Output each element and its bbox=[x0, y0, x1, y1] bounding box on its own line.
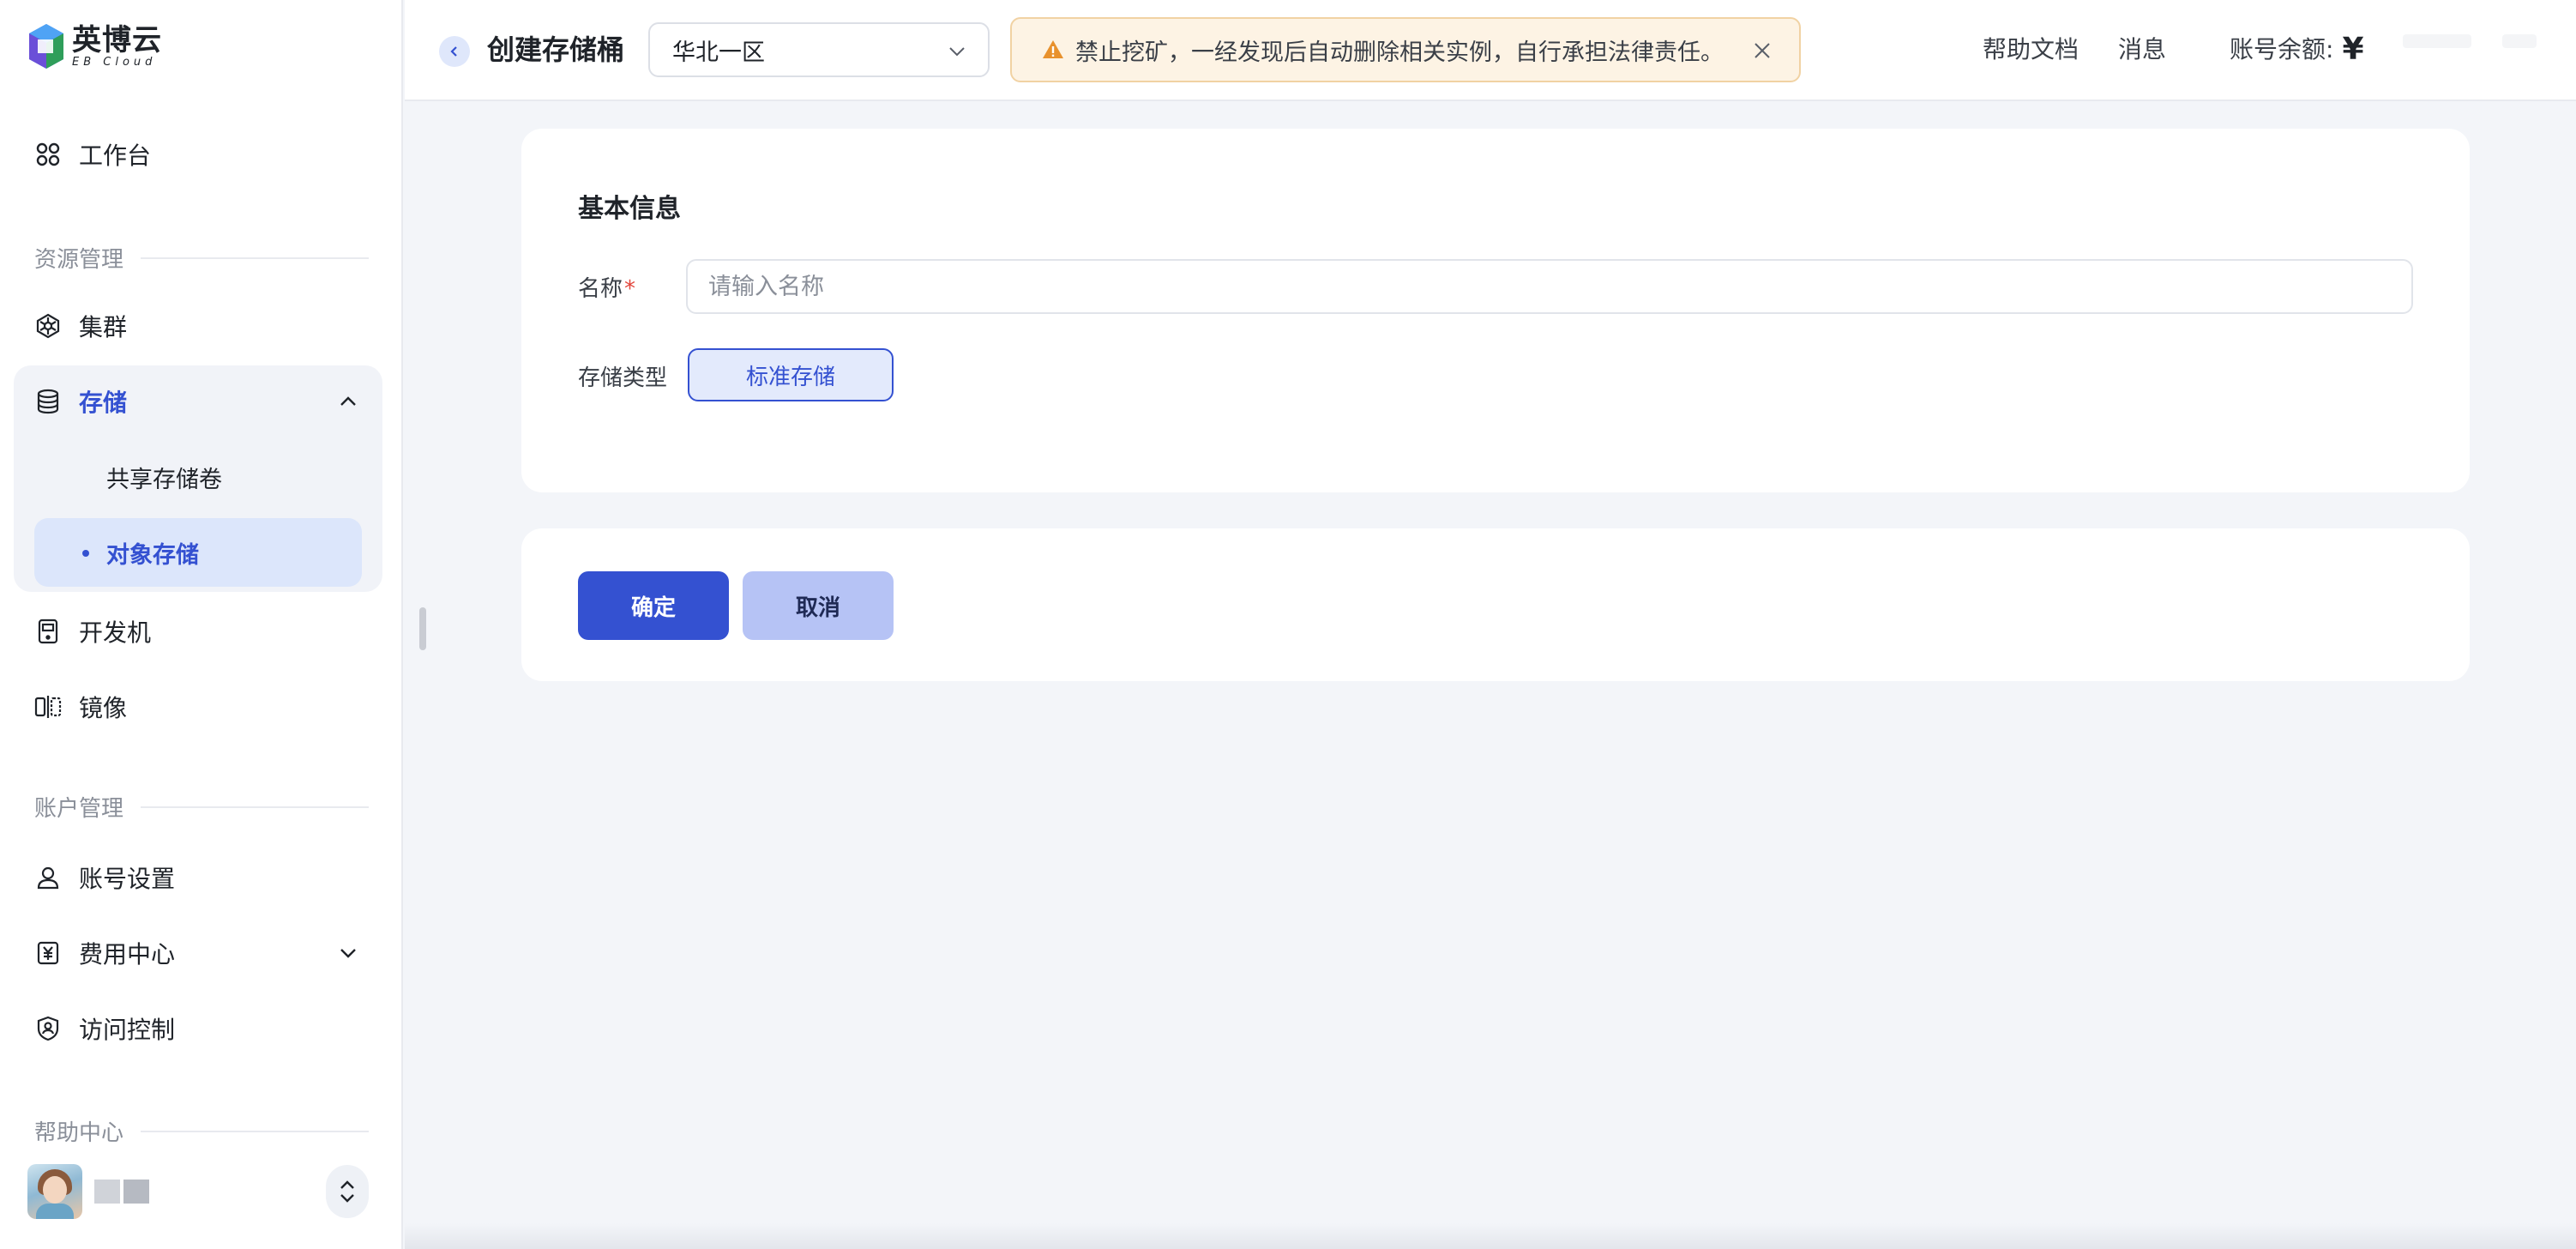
nav-cluster[interactable]: 集群 bbox=[14, 293, 382, 359]
messages-link[interactable]: 消息 bbox=[2118, 33, 2166, 67]
name-label-text: 名称 bbox=[578, 276, 623, 302]
nav-access-control-label: 访问控制 bbox=[79, 1016, 176, 1044]
nav-account-settings-label: 账号设置 bbox=[79, 865, 176, 893]
notice-text: 禁止挖矿，一经发现后自动删除相关实例，自行承担法律责任。 bbox=[1075, 39, 1724, 66]
nav-access-control[interactable]: 访问控制 bbox=[14, 996, 382, 1061]
back-button[interactable] bbox=[439, 36, 470, 67]
user-icon bbox=[34, 864, 62, 891]
dev-machine-icon bbox=[34, 618, 62, 645]
yuan-icon bbox=[34, 939, 62, 967]
warning-icon bbox=[1043, 40, 1063, 58]
header-redacted-b bbox=[2502, 34, 2537, 48]
grid-icon bbox=[34, 141, 62, 168]
sidebar: 英博云 EB Cloud 工作台 资源管理 集群 存储 共享存储卷 对象存储 开… bbox=[0, 0, 403, 1249]
actions-card: 确定 取消 bbox=[521, 528, 2470, 681]
basic-info-card: 基本信息 名称* 存储类型 标准存储 bbox=[521, 129, 2470, 492]
nav-storage[interactable]: 存储 bbox=[14, 369, 382, 434]
logo-text-cn: 英博云 bbox=[72, 23, 162, 57]
avatar[interactable] bbox=[27, 1164, 82, 1219]
nav-workspace-label: 工作台 bbox=[79, 142, 152, 170]
nav-workspace[interactable]: 工作台 bbox=[14, 122, 382, 187]
nav-shared-volume[interactable]: 共享存储卷 bbox=[34, 443, 362, 511]
logo-text-en: EB Cloud bbox=[72, 56, 157, 69]
mirror-icon bbox=[34, 693, 62, 721]
required-mark: * bbox=[624, 276, 636, 302]
nav-object-storage-label: 对象存储 bbox=[106, 541, 199, 569]
region-select-value: 华北一区 bbox=[672, 39, 765, 66]
cancel-button[interactable]: 取消 bbox=[743, 571, 894, 640]
nav-cluster-label: 集群 bbox=[79, 313, 128, 341]
name-label: 名称* bbox=[578, 271, 635, 303]
nav-image-label: 镜像 bbox=[79, 694, 128, 722]
chevron-up-down-icon bbox=[340, 1180, 354, 1203]
nav-shared-volume-label: 共享存储卷 bbox=[106, 466, 222, 493]
sidebar-resize-handle[interactable] bbox=[419, 607, 426, 650]
section-label-account: 账户管理 bbox=[34, 791, 369, 823]
help-docs-link[interactable]: 帮助文档 bbox=[1983, 33, 2079, 67]
nav-storage-label: 存储 bbox=[79, 389, 128, 417]
mining-warning-notice: 禁止挖矿，一经发现后自动删除相关实例，自行承担法律责任。 bbox=[1010, 17, 1801, 82]
section-resources-text: 资源管理 bbox=[34, 247, 124, 273]
nav-account-settings[interactable]: 账号设置 bbox=[14, 845, 382, 910]
chevron-down-icon bbox=[949, 47, 965, 57]
shield-user-icon bbox=[34, 1015, 62, 1042]
section-title: 基本信息 bbox=[578, 194, 681, 224]
storage-type-standard[interactable]: 标准存储 bbox=[688, 348, 894, 401]
name-input[interactable] bbox=[686, 259, 2413, 314]
database-icon bbox=[34, 388, 62, 415]
nav-billing-label: 费用中心 bbox=[79, 940, 176, 968]
bottom-shade bbox=[405, 1223, 2576, 1249]
nav-object-storage[interactable]: 对象存储 bbox=[34, 518, 362, 587]
confirm-button[interactable]: 确定 bbox=[578, 571, 729, 640]
account-balance: 账号余额: ¥ bbox=[2230, 31, 2364, 69]
user-menu-toggle[interactable] bbox=[326, 1165, 369, 1218]
chevron-left-icon bbox=[450, 46, 457, 57]
storage-type-label: 存储类型 bbox=[578, 365, 668, 391]
section-label-resources: 资源管理 bbox=[34, 242, 369, 274]
page-title: 创建存储桶 bbox=[487, 33, 625, 66]
section-help-text: 帮助中心 bbox=[34, 1120, 124, 1146]
user-bar[interactable] bbox=[27, 1163, 369, 1220]
header-redacted-a bbox=[2403, 34, 2471, 48]
nav-billing[interactable]: 费用中心 bbox=[14, 920, 382, 986]
cluster-icon bbox=[34, 312, 62, 340]
balance-currency: ¥ bbox=[2342, 32, 2364, 67]
close-icon[interactable] bbox=[1751, 39, 1773, 62]
top-header: 创建存储桶 华北一区 禁止挖矿，一经发现后自动删除相关实例，自行承担法律责任。 … bbox=[405, 0, 2576, 101]
section-account-text: 账户管理 bbox=[34, 796, 124, 822]
balance-label: 账号余额: bbox=[2230, 35, 2334, 63]
nav-image[interactable]: 镜像 bbox=[14, 674, 382, 739]
logo[interactable]: 英博云 EB Cloud bbox=[27, 21, 162, 72]
logo-icon bbox=[29, 24, 63, 69]
user-name-redacted bbox=[94, 1180, 149, 1204]
chevron-up-icon bbox=[340, 396, 356, 406]
region-select[interactable]: 华北一区 bbox=[648, 22, 990, 77]
chevron-down-icon bbox=[340, 949, 356, 958]
section-label-help: 帮助中心 bbox=[34, 1115, 369, 1147]
nav-dev-machine-label: 开发机 bbox=[79, 618, 152, 647]
nav-dev-machine[interactable]: 开发机 bbox=[14, 599, 382, 664]
